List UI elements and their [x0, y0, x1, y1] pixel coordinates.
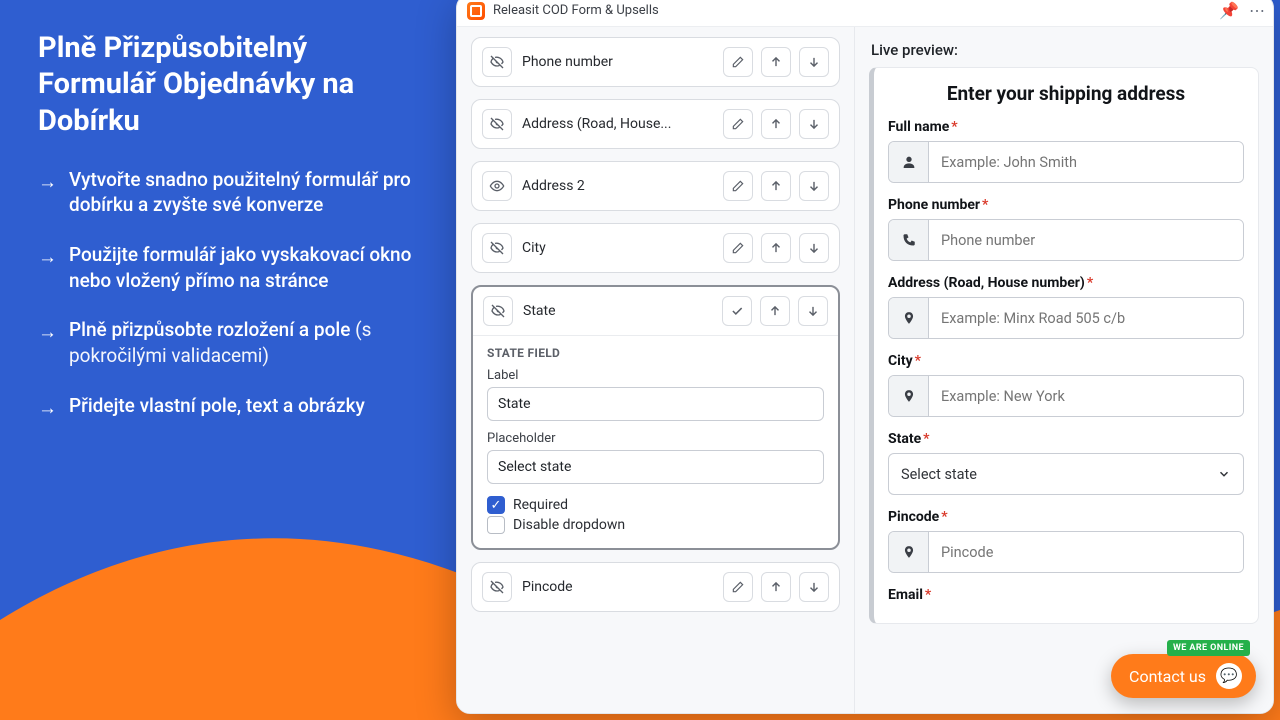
chat-label: Contact us [1129, 667, 1206, 686]
field-label: Address (Road, House... [522, 116, 713, 132]
preview-field-address: Address (Road, House number)* [888, 275, 1244, 339]
marketing-bullet: →Přidejte vlastní pole, text a obrázky [38, 393, 428, 421]
field-settings-panel: STATE FIELD Label Placeholder ✓Required Disa… [473, 335, 838, 548]
phone-icon [889, 220, 929, 260]
marketing-bullet: →Plně přizpůsobte rozložení a pole (s po… [38, 317, 428, 368]
label-caption: Label [487, 368, 824, 383]
builder-field-card: Phone number [471, 37, 840, 87]
builder-field-row: State [473, 287, 838, 335]
disable-dropdown-checkbox[interactable]: Disable dropdown [487, 516, 824, 534]
settings-section-title: STATE FIELD [487, 346, 824, 360]
move-down-button[interactable] [799, 47, 829, 77]
visibility-toggle[interactable] [482, 233, 512, 263]
address-input[interactable] [929, 298, 1243, 338]
person-icon [889, 142, 929, 182]
move-up-button[interactable] [761, 109, 791, 139]
pincode-input[interactable] [929, 532, 1243, 572]
edit-button[interactable] [723, 109, 753, 139]
builder-field-row: Address (Road, House... [472, 100, 839, 148]
edit-button[interactable] [723, 572, 753, 602]
preview-field-email: Email* [888, 587, 1244, 603]
app-window: Releasit COD Form & Upsells 📌 ⋯ Phone nu… [456, 0, 1274, 714]
preview-field-pincode: Pincode* [888, 509, 1244, 573]
online-badge: WE ARE ONLINE [1167, 640, 1250, 656]
move-down-button[interactable] [799, 572, 829, 602]
location-icon [889, 532, 929, 572]
phone-input[interactable] [929, 220, 1243, 260]
marketing-bullet: →Použijte formulář jako vyskakovací okno… [38, 242, 428, 293]
preview-column: Live preview: Enter your shipping addres… [855, 27, 1273, 713]
builder-field-card: Address (Road, House... [471, 99, 840, 149]
fullname-input[interactable] [929, 142, 1243, 182]
app-title: Releasit COD Form & Upsells [493, 3, 659, 18]
visibility-toggle[interactable] [482, 47, 512, 77]
pin-icon[interactable]: 📌 [1219, 1, 1239, 20]
preview-field-fullname: Full name* [888, 119, 1244, 183]
app-logo [467, 2, 485, 20]
confirm-button[interactable] [722, 296, 752, 326]
label-input[interactable] [487, 387, 824, 421]
edit-button[interactable] [723, 47, 753, 77]
move-down-button[interactable] [799, 109, 829, 139]
preview-field-city: City* [888, 353, 1244, 417]
marketing-headline: Plně Přizpůsobitelný Formulář Objednávky… [38, 30, 428, 139]
move-up-button[interactable] [761, 233, 791, 263]
field-label: City [522, 240, 713, 256]
preview-card: Enter your shipping address Full name* P… [869, 67, 1259, 624]
edit-button[interactable] [723, 171, 753, 201]
location-icon [889, 376, 929, 416]
chat-icon: 💬 [1216, 663, 1242, 689]
move-up-button[interactable] [761, 171, 791, 201]
field-label: State [523, 303, 712, 319]
move-up-button[interactable] [760, 296, 790, 326]
required-checkbox[interactable]: ✓Required [487, 496, 824, 514]
builder-field-row: City [472, 224, 839, 272]
builder-field-row: Phone number [472, 38, 839, 86]
marketing-bullets: →Vytvořte snadno použitelný formulář pro… [38, 167, 428, 420]
visibility-toggle[interactable] [483, 296, 513, 326]
live-preview-label: Live preview: [871, 41, 1259, 59]
preview-field-state: State* Select state [888, 431, 1244, 495]
builder-field-card: Address 2 [471, 161, 840, 211]
field-label: Address 2 [522, 178, 713, 194]
field-label: Pincode [522, 579, 713, 595]
preview-heading: Enter your shipping address [888, 82, 1244, 105]
placeholder-caption: Placeholder [487, 431, 824, 446]
marketing-panel: Plně Přizpůsobitelný Formulář Objednávky… [38, 30, 428, 444]
location-icon [889, 298, 929, 338]
field-label: Phone number [522, 54, 713, 70]
builder-field-card: Pincode [471, 562, 840, 612]
form-builder-column: Phone number Address (Road, House... Addre… [457, 27, 855, 713]
move-down-button[interactable] [799, 233, 829, 263]
titlebar: Releasit COD Form & Upsells 📌 ⋯ [457, 0, 1273, 27]
more-icon[interactable]: ⋯ [1249, 1, 1265, 20]
chat-widget[interactable]: WE ARE ONLINE Contact us 💬 [1111, 654, 1256, 698]
move-up-button[interactable] [761, 572, 791, 602]
builder-field-card: City [471, 223, 840, 273]
visibility-toggle[interactable] [482, 572, 512, 602]
preview-field-phone: Phone number* [888, 197, 1244, 261]
city-input[interactable] [929, 376, 1243, 416]
state-select[interactable]: Select state [888, 453, 1244, 495]
chevron-down-icon [1217, 467, 1231, 481]
marketing-bullet: →Vytvořte snadno použitelný formulář pro… [38, 167, 428, 218]
move-down-button[interactable] [799, 171, 829, 201]
builder-field-row: Address 2 [472, 162, 839, 210]
placeholder-input[interactable] [487, 450, 824, 484]
visibility-toggle[interactable] [482, 171, 512, 201]
move-down-button[interactable] [798, 296, 828, 326]
builder-field-card: State STATE FIELD Label Placeholder ✓Require… [471, 285, 840, 550]
builder-field-row: Pincode [472, 563, 839, 611]
edit-button[interactable] [723, 233, 753, 263]
visibility-toggle[interactable] [482, 109, 512, 139]
move-up-button[interactable] [761, 47, 791, 77]
